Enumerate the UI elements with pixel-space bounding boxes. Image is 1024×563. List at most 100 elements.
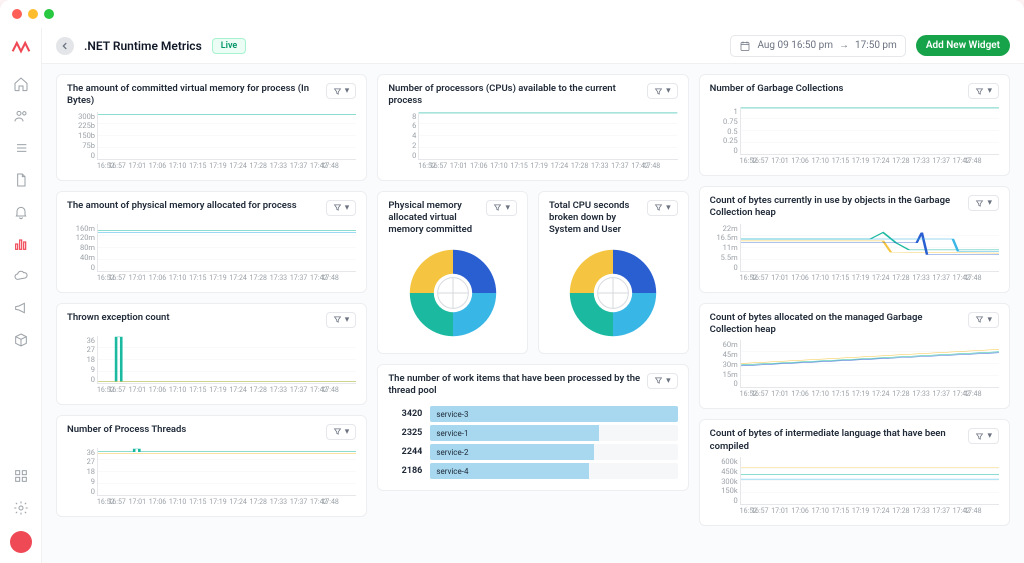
- avatar[interactable]: [10, 531, 32, 553]
- chart-il-bytes: 600k450k300k150k0 16:5216:5717:0117:0617…: [710, 457, 999, 517]
- bar-row: 3420 service-3: [388, 406, 677, 422]
- chart-icon[interactable]: [12, 235, 30, 253]
- home-icon[interactable]: [12, 75, 30, 93]
- filter-button[interactable]: ▾: [647, 83, 678, 99]
- bar-value: 3420: [388, 409, 422, 419]
- chart-gc-inuse: 22m16.5m11m5.5m0 16:5216:5717:0117:0617:…: [710, 224, 999, 284]
- card-title: Count of bytes of intermediate language …: [710, 428, 963, 453]
- users-icon[interactable]: [12, 107, 30, 125]
- bell-icon[interactable]: [12, 203, 30, 221]
- bar-track: service-3: [430, 406, 677, 422]
- card-committed-vm: The amount of committed virtual memory f…: [56, 74, 367, 181]
- window-close-dot[interactable]: [12, 9, 22, 19]
- filter-button[interactable]: ▾: [647, 200, 678, 216]
- chevron-down-icon: ▾: [345, 315, 350, 325]
- chevron-down-icon: ▾: [987, 431, 992, 441]
- apps-icon[interactable]: [12, 467, 30, 485]
- donut-chart: [388, 237, 517, 345]
- chart-committed-vm: 300b225b150b75b0 16:5216:5717:0117:0617:…: [67, 112, 356, 172]
- card-title: Physical memory allocated virtual memory…: [388, 200, 480, 237]
- card-exceptions: Thrown exception count ▾ 36271890 16:521…: [56, 303, 367, 405]
- time-sep: →: [839, 40, 849, 51]
- chevron-down-icon: ▾: [666, 203, 671, 213]
- funnel-icon: [493, 203, 502, 212]
- filter-button[interactable]: ▾: [968, 312, 999, 328]
- bar-track: service-1: [430, 425, 677, 441]
- bar-list: 3420service-32325service-12244service-22…: [388, 403, 677, 482]
- window-min-dot[interactable]: [28, 9, 38, 19]
- funnel-icon: [975, 315, 984, 324]
- widget-grid: The amount of committed virtual memory f…: [56, 74, 1010, 526]
- chevron-down-icon: ▾: [666, 376, 671, 386]
- filter-button[interactable]: ▾: [968, 195, 999, 211]
- card-gc-heap-alloc: Count of bytes allocated on the managed …: [699, 303, 1010, 410]
- card-title: Number of Garbage Collections: [710, 83, 963, 95]
- dashboard-content: The amount of committed virtual memory f…: [42, 64, 1024, 563]
- box-icon[interactable]: [12, 331, 30, 349]
- bar-fill: service-1: [430, 425, 598, 441]
- bar-fill: service-2: [430, 444, 593, 460]
- filter-button[interactable]: ▾: [486, 200, 517, 216]
- card-gc-count: Number of Garbage Collections ▾ 10.750.5…: [699, 74, 1010, 176]
- bar-row: 2186 service-4: [388, 463, 677, 479]
- chart-phys-mem: 160m120m80m40m0 16:5216:5717:0117:0617:1…: [67, 224, 356, 284]
- donut-chart: [549, 237, 678, 345]
- chevron-down-icon: ▾: [505, 203, 510, 213]
- calendar-icon: [739, 40, 751, 52]
- back-button[interactable]: [56, 37, 74, 55]
- card-donut-right: Total CPU seconds broken down by System …: [538, 191, 689, 354]
- file-icon[interactable]: [12, 171, 30, 189]
- chart-cpus: 86420 16:5216:5717:0117:0617:1017:1517:1…: [388, 112, 677, 172]
- filter-button[interactable]: ▾: [326, 83, 357, 99]
- card-title: Number of Process Threads: [67, 424, 320, 436]
- filter-button[interactable]: ▾: [326, 200, 357, 216]
- bar-value: 2244: [388, 447, 422, 457]
- bar-fill: service-4: [430, 463, 588, 479]
- add-widget-button[interactable]: Add New Widget: [916, 35, 1010, 56]
- app-body: .NET Runtime Metrics Live Aug 09 16:50 p…: [0, 28, 1024, 563]
- chevron-down-icon: ▾: [666, 86, 671, 96]
- filter-button[interactable]: ▾: [968, 83, 999, 99]
- bar-fill: service-3: [430, 406, 677, 422]
- bar-row: 2325service-1: [388, 425, 677, 441]
- chevron-down-icon: ▾: [987, 86, 992, 96]
- funnel-icon: [333, 203, 342, 212]
- window-titlebar: [0, 0, 1024, 28]
- bar-row: 2244 service-2: [388, 444, 677, 460]
- card-title: Number of processors (CPUs) available to…: [388, 83, 641, 108]
- card-title: The number of work items that have been …: [388, 373, 641, 398]
- cloud-icon[interactable]: [12, 267, 30, 285]
- card-phys-mem: The amount of physical memory allocated …: [56, 191, 367, 293]
- page-header: .NET Runtime Metrics Live Aug 09 16:50 p…: [42, 28, 1024, 64]
- brand-logo[interactable]: [11, 38, 31, 61]
- time-from: Aug 09 16:50 pm: [757, 40, 833, 51]
- card-gc-heap-inuse: Count of bytes currently in use by objec…: [699, 186, 1010, 293]
- card-title: Count of bytes allocated on the managed …: [710, 312, 963, 337]
- funnel-icon: [333, 427, 342, 436]
- nav-sidebar: [0, 28, 42, 563]
- funnel-icon: [975, 199, 984, 208]
- filter-button[interactable]: ▾: [326, 424, 357, 440]
- app-window: .NET Runtime Metrics Live Aug 09 16:50 p…: [0, 0, 1024, 563]
- main-pane: .NET Runtime Metrics Live Aug 09 16:50 p…: [42, 28, 1024, 563]
- list-icon[interactable]: [12, 139, 30, 157]
- funnel-icon: [333, 315, 342, 324]
- chart-threads: 36271890 16:5216:5717:0117:0617:1017:151…: [67, 448, 356, 508]
- chevron-down-icon: ▾: [345, 427, 350, 437]
- filter-button[interactable]: ▾: [968, 428, 999, 444]
- card-title: Thrown exception count: [67, 312, 320, 324]
- funnel-icon: [654, 376, 663, 385]
- live-badge: Live: [212, 38, 247, 54]
- funnel-icon: [975, 87, 984, 96]
- gear-icon[interactable]: [12, 499, 30, 517]
- filter-button[interactable]: ▾: [647, 373, 678, 389]
- bar-value: 2186: [388, 466, 422, 476]
- card-donut-left: Physical memory allocated virtual memory…: [377, 191, 528, 354]
- chevron-down-icon: ▾: [987, 315, 992, 325]
- funnel-icon: [654, 203, 663, 212]
- filter-button[interactable]: ▾: [326, 312, 357, 328]
- window-max-dot[interactable]: [44, 9, 54, 19]
- megaphone-icon[interactable]: [12, 299, 30, 317]
- card-il-bytes: Count of bytes of intermediate language …: [699, 419, 1010, 526]
- time-range-picker[interactable]: Aug 09 16:50 pm → 17:50 pm: [730, 35, 905, 57]
